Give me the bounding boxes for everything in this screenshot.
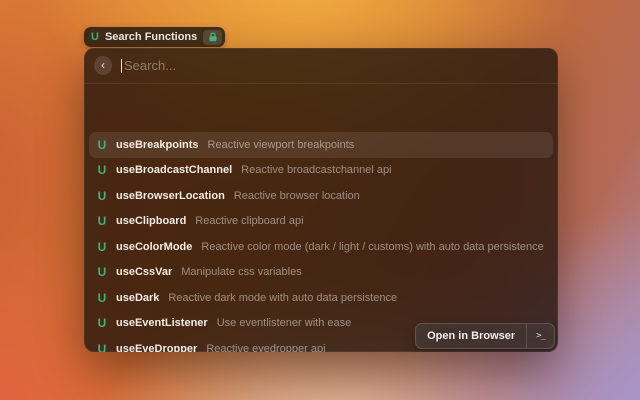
list-item[interactable]: U useClipboard Reactive clipboard api bbox=[89, 209, 553, 235]
search-bar: ‹ Search... bbox=[84, 48, 558, 84]
terminal-prompt-icon: >_ bbox=[527, 331, 554, 341]
function-name: useCssVar bbox=[116, 266, 172, 278]
list-item[interactable]: U useBrowserLocation Reactive browser lo… bbox=[89, 183, 553, 209]
desktop-background: { "colors": { "accent_green": "#3fb27f",… bbox=[0, 0, 640, 400]
chevron-left-icon: ‹ bbox=[101, 59, 105, 71]
action-label: Open in Browser bbox=[416, 330, 526, 342]
open-in-browser-button[interactable]: Open in Browser >_ bbox=[415, 323, 555, 349]
function-description: Reactive clipboard api bbox=[195, 215, 303, 227]
extension-title: Search Functions bbox=[105, 31, 197, 43]
text-caret bbox=[121, 59, 122, 73]
function-name: useClipboard bbox=[116, 215, 186, 227]
list-item[interactable]: U useBroadcastChannel Reactive broadcast… bbox=[89, 158, 553, 184]
function-description: Reactive browser location bbox=[234, 190, 360, 202]
function-description: Reactive broadcastchannel api bbox=[241, 164, 391, 176]
vueuse-logo-icon: U bbox=[96, 266, 108, 278]
search-input[interactable]: Search... bbox=[121, 58, 548, 73]
function-description: Manipulate css variables bbox=[181, 266, 301, 278]
list-item[interactable]: U useColorMode Reactive color mode (dark… bbox=[89, 234, 553, 260]
launcher-panel: ‹ Search... U useBreakpoints Reactive vi… bbox=[84, 48, 558, 352]
vueuse-logo-icon: U bbox=[96, 317, 108, 329]
function-name: useDark bbox=[116, 292, 159, 304]
function-name: useEventListener bbox=[116, 317, 208, 329]
back-button[interactable]: ‹ bbox=[94, 56, 112, 75]
function-name: useBreakpoints bbox=[116, 139, 199, 151]
vueuse-logo-icon: U bbox=[96, 215, 108, 227]
vueuse-logo-icon: U bbox=[96, 139, 108, 151]
function-name: useBroadcastChannel bbox=[116, 164, 232, 176]
function-description: Reactive viewport breakpoints bbox=[208, 139, 355, 151]
function-description: Reactive dark mode with auto data persis… bbox=[168, 292, 397, 304]
function-name: useEyeDropper bbox=[116, 343, 197, 352]
function-description: Reactive eyedropper api bbox=[206, 343, 325, 352]
vueuse-logo-icon: U bbox=[96, 190, 108, 202]
vueuse-logo-icon: U bbox=[96, 343, 108, 352]
lock-chip bbox=[203, 30, 222, 45]
list-item[interactable]: U useDark Reactive dark mode with auto d… bbox=[89, 285, 553, 311]
function-description: Reactive color mode (dark / light / cust… bbox=[201, 241, 543, 253]
list-item[interactable]: U useBreakpoints Reactive viewport break… bbox=[89, 132, 553, 158]
vueuse-logo-icon: U bbox=[91, 32, 99, 43]
vueuse-logo-icon: U bbox=[96, 241, 108, 253]
extension-title-pill: U Search Functions bbox=[84, 27, 225, 47]
list-item[interactable]: U useCssVar Manipulate css variables bbox=[89, 260, 553, 286]
function-description: Use eventlistener with ease bbox=[217, 317, 352, 329]
function-name: useBrowserLocation bbox=[116, 190, 225, 202]
search-placeholder: Search... bbox=[124, 58, 176, 73]
function-list: U useBreakpoints Reactive viewport break… bbox=[89, 132, 553, 352]
function-name: useColorMode bbox=[116, 241, 192, 253]
vueuse-logo-icon: U bbox=[96, 164, 108, 176]
lock-icon bbox=[208, 32, 218, 42]
vueuse-logo-icon: U bbox=[96, 292, 108, 304]
